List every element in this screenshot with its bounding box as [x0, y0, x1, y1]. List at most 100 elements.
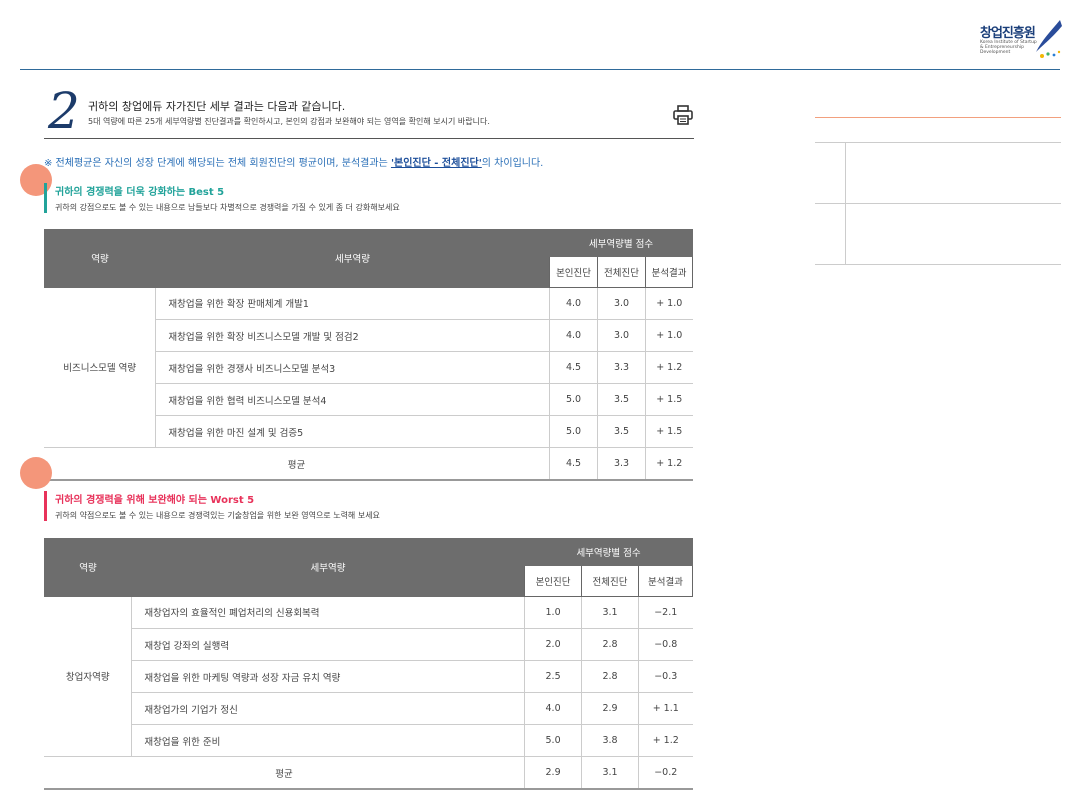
table-row: 비즈니스모델 역량 재창업을 위한 확장 판매체계 개발1 4.0 3.0 + …	[44, 287, 693, 448]
brand-name: 창업진흥원	[980, 26, 1036, 41]
row-diff: + 1.1	[637, 692, 693, 725]
worst-title: 귀하의 경쟁력을 위해 보완해야 되는 Worst 5	[55, 495, 255, 506]
avg-diff: + 1.2	[645, 447, 693, 481]
avg-all: 3.3	[597, 447, 646, 481]
row-diff: + 1.0	[645, 319, 693, 352]
notice-text: ※ 전체평균은 자신의 성장 단계에 해당되는 전체 회원진단의 평균이며, 분…	[44, 154, 543, 169]
best-col-diff: 분석결과	[645, 257, 693, 288]
side-panel-divider	[845, 143, 846, 203]
avg-all: 3.1	[581, 756, 639, 790]
notice-highlight: '본인진단 - 전체진단'	[390, 158, 482, 169]
row-self: 2.5	[524, 660, 582, 693]
row-self: 5.0	[524, 724, 582, 757]
row-self: 2.0	[524, 628, 582, 661]
table-row: 재창업을 위한 마케팅 역량과 성장 자금 유치 역량 2.5 2.8 −0.3	[44, 660, 693, 693]
top-bar: 창업진흥원 Korea Institute of Startup & Entre…	[0, 0, 1080, 70]
brand-logo[interactable]: 창업진흥원 Korea Institute of Startup & Entre…	[980, 18, 1064, 62]
best-subtitle: 귀하의 강점으로도 볼 수 있는 내용으로 남들보다 차별적으로 경쟁력을 가질…	[55, 203, 400, 212]
row-all: 2.8	[581, 628, 639, 661]
row-item: 재창업을 위한 마케팅 역량과 성장 자금 유치 역량	[131, 660, 525, 693]
row-self: 5.0	[549, 383, 598, 416]
best-col-all: 전체진단	[597, 257, 646, 288]
worst-col-self: 본인진단	[524, 566, 583, 597]
row-self: 4.5	[549, 351, 598, 384]
table-row: 재창업을 위한 준비 5.0 3.8 + 1.2	[44, 724, 693, 757]
row-all: 2.8	[581, 660, 639, 693]
notice-suffix: 의 차이입니다.	[481, 158, 544, 169]
best-col-category: 역량	[44, 229, 156, 288]
worst-col-group: 세부역량별 점수	[524, 538, 693, 566]
row-diff: −0.3	[637, 660, 693, 693]
worst-subtitle: 귀하의 약점으로도 볼 수 있는 내용으로 경쟁력있는 기술창업을 위한 보완 …	[55, 511, 380, 520]
row-item: 재창업을 위한 확장 비즈니스모델 개발 및 점검2	[155, 319, 550, 352]
section-number: 2	[48, 82, 80, 140]
row-all: 3.8	[581, 724, 639, 757]
row-diff: + 1.0	[645, 287, 693, 320]
table-row: 창업자역량 재창업자의 효율적인 폐업처리의 신용회복력 1.0 3.1 −2.…	[44, 596, 693, 757]
row-all: 3.1	[581, 596, 639, 629]
row-self: 4.0	[549, 319, 598, 352]
average-row: 평균 2.9 3.1 −0.2	[44, 756, 693, 790]
worst-category: 창업자역량	[44, 596, 132, 757]
worst-marker-dot	[20, 457, 52, 489]
row-self: 4.0	[524, 692, 582, 725]
best-col-group: 세부역량별 점수	[549, 229, 693, 257]
average-row: 평균 4.5 3.3 + 1.2	[44, 447, 693, 481]
row-all: 2.9	[581, 692, 639, 725]
avg-self: 4.5	[549, 447, 598, 481]
row-item: 재창업을 위한 마진 설계 및 검증5	[155, 415, 550, 448]
section-header: 2 귀하의 창업에듀 자가진단 세부 결과는 다음과 같습니다. 5대 역량에 …	[44, 82, 694, 140]
best-title: 귀하의 경쟁력을 더욱 강화하는 Best 5	[55, 187, 225, 198]
best-col-item: 세부역량	[155, 229, 550, 288]
brand-subtitle: Korea Institute of Startup & Entrepreneu…	[980, 40, 1037, 55]
row-item: 재창업 강좌의 실행력	[131, 628, 525, 661]
worst-col-item: 세부역량	[131, 538, 525, 597]
row-self: 5.0	[549, 415, 598, 448]
row-diff: + 1.2	[637, 724, 693, 757]
avg-label: 평균	[44, 756, 525, 790]
row-all: 3.3	[597, 351, 646, 384]
side-panel-row	[815, 204, 1061, 265]
notice-prefix: ※ 전체평균은 자신의 성장 단계에 해당되는 전체 회원진단의 평균이며, 분…	[44, 158, 391, 169]
row-all: 3.0	[597, 287, 646, 320]
section-subtitle: 5대 역량에 따른 25개 세부역량별 진단결과를 확인하시고, 본인의 강점과…	[88, 117, 490, 126]
header-divider	[20, 69, 1060, 70]
side-panel-row	[815, 143, 1061, 204]
best-category: 비즈니스모델 역량	[44, 287, 156, 448]
row-diff: + 1.5	[645, 415, 693, 448]
print-icon[interactable]	[672, 104, 694, 126]
row-item: 재창업을 위한 확장 판매체계 개발1	[155, 287, 550, 320]
row-self: 4.0	[549, 287, 598, 320]
side-panel-divider	[845, 204, 846, 264]
row-item: 재창업을 위한 경쟁사 비즈니스모델 분석3	[155, 351, 550, 384]
row-diff: + 1.2	[645, 351, 693, 384]
best-heading: 귀하의 경쟁력을 더욱 강화하는 Best 5 귀하의 강점으로도 볼 수 있는…	[44, 183, 400, 213]
row-self: 1.0	[524, 596, 582, 629]
brand-swoosh-icon	[1036, 20, 1062, 58]
avg-self: 2.9	[524, 756, 582, 790]
row-item: 재창업가의 기업가 정신	[131, 692, 525, 725]
row-all: 3.5	[597, 383, 646, 416]
row-diff: −2.1	[637, 596, 693, 629]
row-diff: + 1.5	[645, 383, 693, 416]
row-all: 3.5	[597, 415, 646, 448]
row-item: 재창업자의 효율적인 폐업처리의 신용회복력	[131, 596, 525, 629]
row-diff: −0.8	[637, 628, 693, 661]
worst-col-category: 역량	[44, 538, 132, 597]
table-row: 재창업 강좌의 실행력 2.0 2.8 −0.8	[44, 628, 693, 661]
best-table: 역량 세부역량 세부역량별 점수 본인진단 전체진단 분석결과 비즈니스모델 역…	[44, 229, 693, 481]
row-all: 3.0	[597, 319, 646, 352]
side-panel-header	[815, 118, 1061, 143]
worst-heading: 귀하의 경쟁력을 위해 보완해야 되는 Worst 5 귀하의 약점으로도 볼 …	[44, 491, 380, 521]
worst-col-diff: 분석결과	[637, 566, 694, 597]
best-col-self: 본인진단	[549, 257, 599, 288]
section-title: 귀하의 창업에듀 자가진단 세부 결과는 다음과 같습니다.	[88, 100, 346, 113]
avg-label: 평균	[44, 447, 550, 481]
row-item: 재창업을 위한 준비	[131, 724, 525, 757]
worst-col-all: 전체진단	[581, 566, 639, 597]
side-panel	[815, 117, 1061, 265]
avg-diff: −0.2	[637, 756, 693, 790]
table-row: 재창업가의 기업가 정신 4.0 2.9 + 1.1	[44, 692, 693, 725]
row-item: 재창업을 위한 협력 비즈니스모델 분석4	[155, 383, 550, 416]
worst-table: 역량 세부역량 세부역량별 점수 본인진단 전체진단 분석결과 창업자역량 재창…	[44, 538, 694, 790]
